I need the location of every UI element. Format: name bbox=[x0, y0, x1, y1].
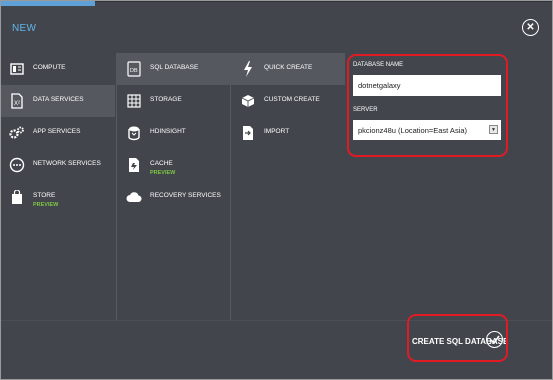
create-option-list: QUICK CREATE CUSTOM CREATE IMPORT bbox=[230, 53, 345, 320]
top-accent-strip bbox=[0, 0, 95, 6]
svg-text:x²: x² bbox=[14, 101, 20, 107]
import-icon bbox=[239, 124, 257, 142]
close-icon: ✕ bbox=[526, 21, 535, 33]
category-store[interactable]: STORE PREVIEW bbox=[0, 181, 115, 213]
category-label: STORE PREVIEW bbox=[33, 192, 58, 209]
form-highlight bbox=[347, 54, 508, 157]
service-storage[interactable]: STORAGE bbox=[117, 85, 231, 117]
hdinsight-icon bbox=[125, 124, 143, 142]
service-label: HDINSIGHT bbox=[150, 128, 186, 135]
service-label: STORAGE bbox=[150, 96, 182, 103]
category-label: DATA SERVICES bbox=[33, 96, 84, 103]
preview-badge: PREVIEW bbox=[150, 170, 176, 177]
service-sql-database[interactable]: DB SQL DATABASE bbox=[117, 53, 231, 85]
cache-label: CACHE bbox=[150, 160, 173, 167]
service-label: SQL DATABASE bbox=[150, 64, 199, 71]
lightning-icon bbox=[239, 60, 257, 78]
compute-icon bbox=[8, 60, 26, 78]
sql-database-icon: DB bbox=[125, 60, 143, 78]
category-network-services[interactable]: NETWORK SERVICES bbox=[0, 149, 115, 181]
close-button[interactable]: ✕ bbox=[522, 19, 539, 36]
option-custom-create[interactable]: CUSTOM CREATE bbox=[231, 85, 345, 117]
category-data-services[interactable]: x² DATA SERVICES bbox=[0, 85, 115, 117]
store-label: STORE bbox=[33, 192, 56, 199]
category-label: NETWORK SERVICES bbox=[33, 160, 101, 167]
category-compute[interactable]: COMPUTE bbox=[0, 53, 115, 85]
cache-icon bbox=[125, 156, 143, 174]
option-label: IMPORT bbox=[264, 128, 290, 135]
service-recovery-services[interactable]: RECOVERY SERVICES bbox=[117, 181, 231, 213]
category-app-services[interactable]: APP SERVICES bbox=[0, 117, 115, 149]
category-list: COMPUTE x² DATA SERVICES APP SERVICES NE… bbox=[0, 53, 115, 320]
option-label: QUICK CREATE bbox=[264, 64, 313, 71]
option-quick-create[interactable]: QUICK CREATE bbox=[231, 53, 345, 85]
option-label: CUSTOM CREATE bbox=[264, 96, 320, 103]
top-divider bbox=[95, 0, 553, 2]
option-import[interactable]: IMPORT bbox=[231, 117, 345, 149]
category-label: APP SERVICES bbox=[33, 128, 81, 135]
service-cache[interactable]: CACHE PREVIEW bbox=[117, 149, 231, 181]
category-label: COMPUTE bbox=[33, 64, 66, 71]
store-icon bbox=[8, 188, 26, 206]
data-services-icon: x² bbox=[8, 92, 26, 110]
storage-icon bbox=[125, 92, 143, 110]
preview-badge: PREVIEW bbox=[33, 202, 59, 209]
service-label: RECOVERY SERVICES bbox=[150, 192, 221, 199]
recovery-services-icon bbox=[125, 188, 143, 206]
service-label: CACHE PREVIEW bbox=[150, 160, 175, 177]
app-services-icon bbox=[8, 124, 26, 142]
create-highlight bbox=[407, 314, 508, 362]
network-services-icon bbox=[8, 156, 26, 174]
dialog-title: NEW bbox=[12, 23, 37, 34]
service-hdinsight[interactable]: HDINSIGHT bbox=[117, 117, 231, 149]
svg-text:DB: DB bbox=[130, 68, 138, 74]
service-list: DB SQL DATABASE STORAGE HDINSIGHT CACHE … bbox=[116, 53, 231, 320]
cube-icon bbox=[239, 92, 257, 110]
